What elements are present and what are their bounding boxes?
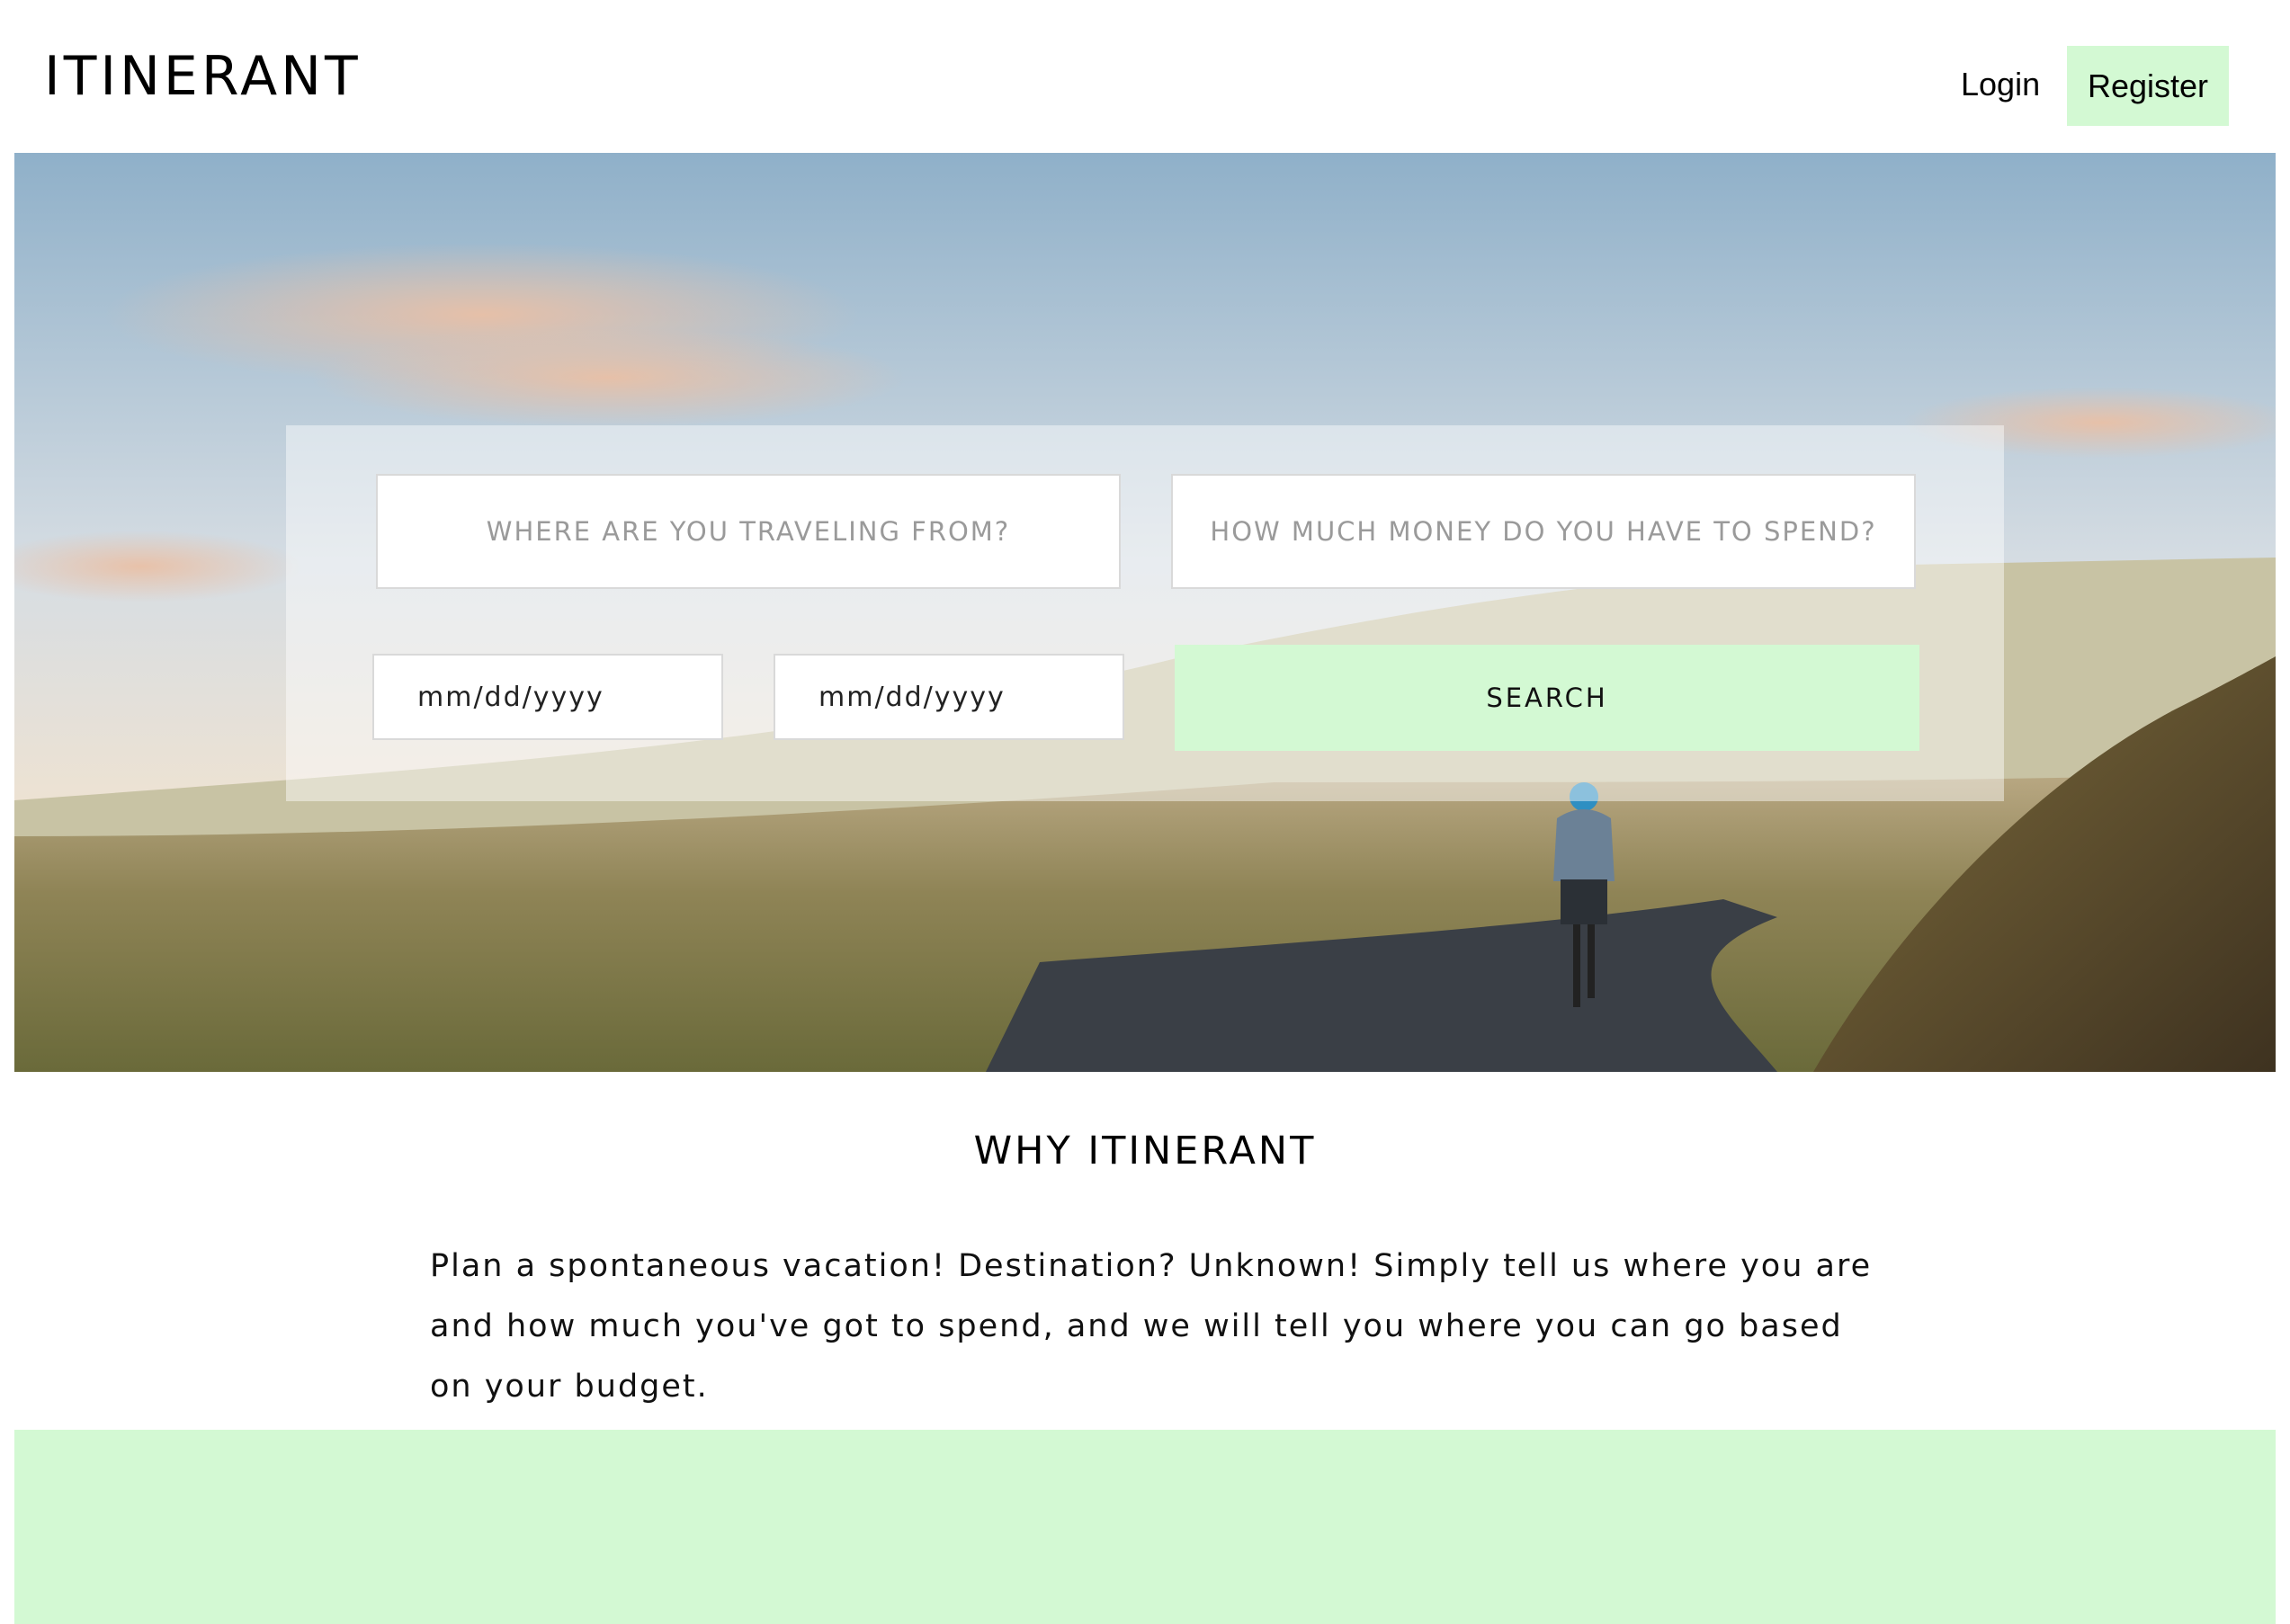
footer-band <box>14 1430 2276 1624</box>
budget-input[interactable] <box>1171 474 1916 589</box>
why-title: WHY ITINERANT <box>973 1129 1317 1173</box>
end-date-input[interactable] <box>774 654 1124 740</box>
origin-input[interactable] <box>376 474 1121 589</box>
register-button[interactable]: Register <box>2067 46 2229 126</box>
top-nav: ITINERANT Login Register <box>0 0 2290 153</box>
start-date-input[interactable] <box>372 654 723 740</box>
search-button[interactable]: SEARCH <box>1175 645 1919 751</box>
login-link[interactable]: Login <box>1943 56 2058 113</box>
cloud <box>311 328 905 427</box>
why-description: Plan a spontaneous vacation! Destination… <box>430 1248 1873 1405</box>
hero-banner <box>14 153 2276 1072</box>
site-logo[interactable]: ITINERANT <box>44 45 362 108</box>
